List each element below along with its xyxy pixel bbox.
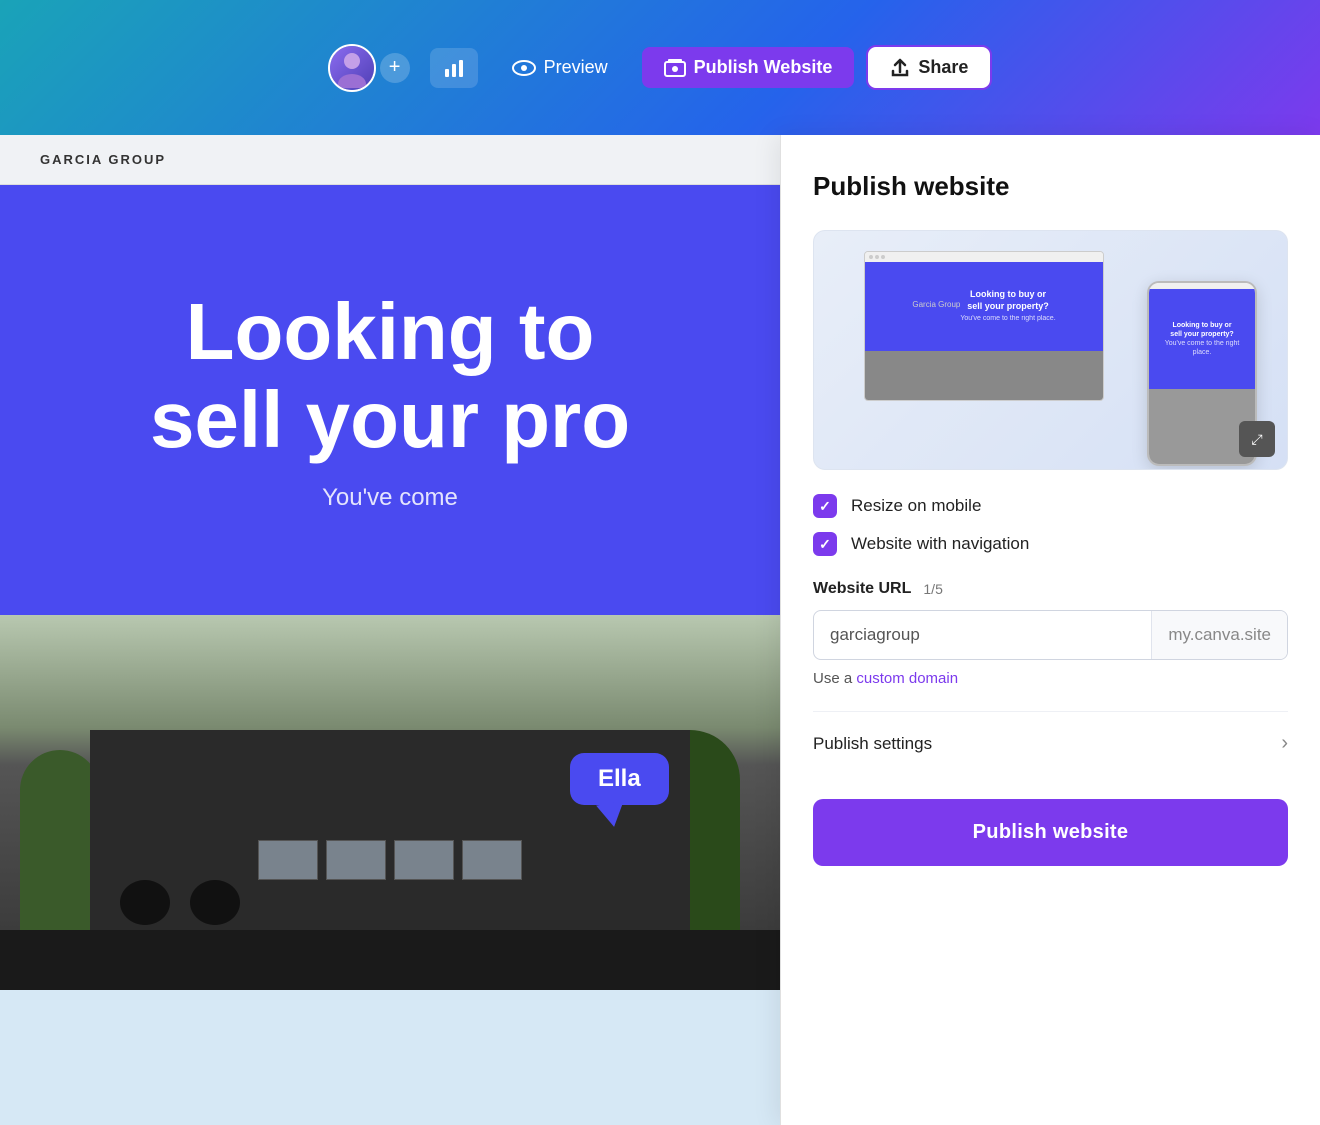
url-label-row: Website URL 1/5 [813,580,1288,598]
chevron-right-icon: › [1281,732,1288,755]
custom-domain-link[interactable]: custom domain [856,670,958,687]
custom-domain-text: Use a custom domain [813,670,1288,687]
publish-website-label: Publish Website [694,57,833,78]
eye-icon [512,59,536,77]
url-section: Website URL 1/5 my.canva.site Use a cust… [813,580,1288,687]
share-label: Share [918,57,968,78]
resize-mobile-checkbox[interactable]: ✓ [813,494,837,518]
preview-label: Preview [544,57,608,78]
device-desktop: Garcia Group Looking to buy orsell your … [864,251,1104,401]
url-input-wrap: my.canva.site [813,610,1288,660]
site-hero-subtitle: You've come [322,484,458,512]
share-button[interactable]: Share [866,45,992,90]
checkmark-icon-2: ✓ [819,536,831,553]
publish-action-button[interactable]: Publish website [813,799,1288,866]
nav-row: ✓ Website with navigation [813,532,1288,556]
nav-checkbox[interactable]: ✓ [813,532,837,556]
ella-tooltip: Ella [570,753,669,805]
desktop-text: Looking to buy orsell your property?You'… [960,289,1055,324]
site-hero: Looking tosell your pro You've come [0,185,780,615]
ella-bubble: Ella [570,753,669,805]
add-button[interactable]: + [380,53,410,83]
site-brand: GARCIA GROUP [40,152,166,167]
ella-label: Ella [598,765,641,792]
desktop-content: Garcia Group Looking to buy orsell your … [865,262,1103,351]
publish-settings-label: Publish settings [813,734,932,754]
avatar-image [330,46,374,90]
mobile-content: Looking to buy orsell your property?You'… [1149,289,1255,389]
publish-website-button[interactable]: Publish Website [642,47,855,88]
nav-label: Website with navigation [851,534,1029,554]
resize-mobile-label: Resize on mobile [851,496,981,516]
desktop-photo [865,351,1103,401]
url-counter: 1/5 [923,581,942,597]
expand-button[interactable]: ⤢ [1239,421,1275,457]
mobile-text: Looking to buy orsell your property?You'… [1155,321,1249,357]
publish-panel: Publish website Garcia Group Looking to … [780,135,1320,1125]
ella-arrow [596,801,628,829]
expand-icon: ⤢ [1251,431,1262,448]
avatar-wrap: + [328,44,410,92]
site-hero-title: Looking tosell your pro [150,288,630,464]
analytics-button[interactable] [430,48,478,88]
url-input[interactable] [814,611,1151,659]
panel-title: Publish website [813,171,1288,202]
desktop-bar [865,252,1103,262]
url-label: Website URL [813,580,911,598]
publish-icon [664,59,686,77]
site-header: GARCIA GROUP [0,135,780,185]
publish-settings-row[interactable]: Publish settings › [813,711,1288,775]
checkmark-icon: ✓ [819,498,831,515]
resize-mobile-row: ✓ Resize on mobile [813,494,1288,518]
analytics-icon [443,57,465,79]
avatar [328,44,376,92]
preview-button[interactable]: Preview [490,47,630,88]
site-preview: GARCIA GROUP Looking tosell your pro You… [0,135,780,990]
person-icon [332,48,372,88]
website-preview-card: Garcia Group Looking to buy orsell your … [813,230,1288,470]
topbar: + Preview Publish Website [0,0,1320,135]
canvas-area: GARCIA GROUP Looking tosell your pro You… [0,135,1320,990]
url-suffix: my.canva.site [1151,611,1287,659]
share-icon [890,58,910,78]
